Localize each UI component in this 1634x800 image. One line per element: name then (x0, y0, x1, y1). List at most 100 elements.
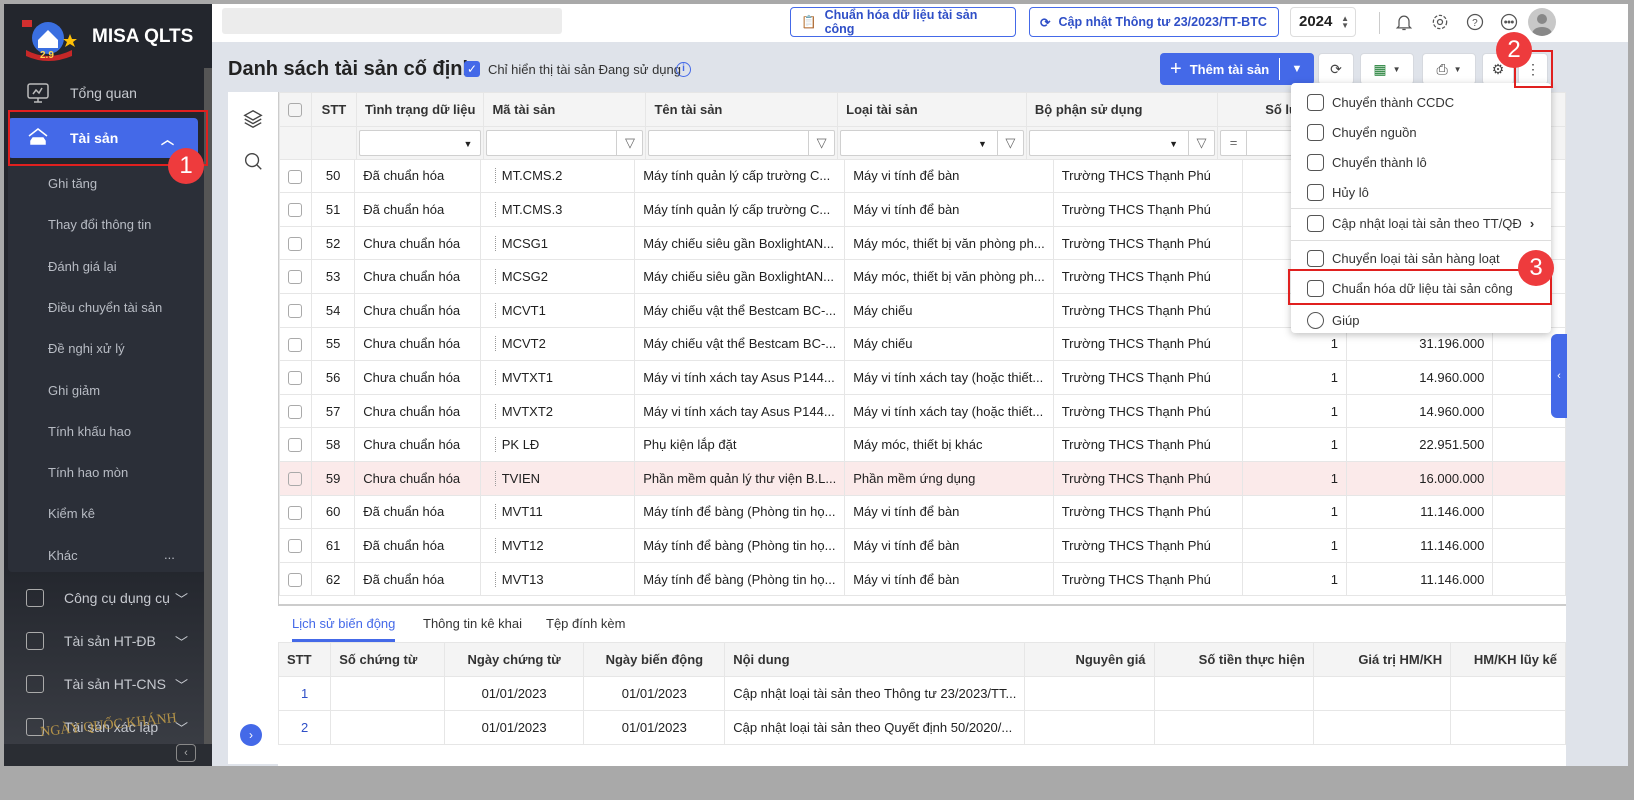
filter-input[interactable]: ▼ ▽ (840, 129, 1024, 156)
column-header[interactable]: Bộ phận sử dụng (1025, 92, 1219, 127)
search-icon[interactable] (242, 150, 264, 172)
sidebar-group[interactable]: Công cụ dụng cụ ﹀ (4, 578, 212, 618)
menu-item[interactable]: Chuyển thành CCDC (1291, 87, 1551, 117)
cell-text: MCSG1 (494, 235, 548, 251)
history-row[interactable]: 1 01/01/2023 01/01/2023 Cập nhật loại tài s… (278, 676, 1566, 711)
column-header[interactable]: Giá trị HM/KH (1312, 642, 1452, 677)
sidebar-group[interactable]: Tài sản HT-CNS ﹀ (4, 664, 212, 704)
row-checkbox[interactable] (279, 326, 312, 362)
submenu-item[interactable]: Đề nghị xử lý (48, 341, 125, 356)
submenu-item[interactable]: Điều chuyển tài sản (48, 300, 162, 315)
table-row[interactable]: 59 Chưa chuẩn hóa TVIEN Phần mềm quản lý th… (279, 460, 1566, 496)
expand-icon[interactable]: › (240, 724, 262, 746)
menu-item[interactable]: Cập nhật loại tài sản theo TT/QĐ › (1291, 208, 1551, 238)
menu-item[interactable]: Chuyển nguồn (1291, 117, 1551, 147)
column-header[interactable]: Tên tài sản (645, 92, 839, 127)
export-excel-button[interactable]: ▦ ▼ (1360, 53, 1414, 85)
table-row[interactable]: 58 Chưa chuẩn hóa PK LĐ Phụ kiện lắp đặt Máy… (279, 427, 1566, 462)
cell-text: 1 (301, 686, 309, 701)
filter-icon[interactable]: ▽ (616, 130, 642, 155)
menu-item[interactable]: Hủy lô (1291, 177, 1551, 207)
row-checkbox[interactable] (279, 561, 312, 597)
table-row[interactable]: 60 Đã chuẩn hóa MVT11 Máy tính để bàng (Phò… (279, 494, 1566, 530)
chevron-down-icon[interactable]: ▼ (1280, 63, 1314, 75)
column-header[interactable]: STT (310, 92, 357, 127)
submenu-item[interactable]: Tính hao mòn (48, 465, 128, 480)
detail-tab[interactable]: Lịch sử biến động (292, 616, 396, 642)
gear-icon[interactable] (1430, 12, 1450, 32)
row-checkbox[interactable] (279, 393, 312, 429)
history-row[interactable]: 2 01/01/2023 01/01/2023 Cập nhật loại tài s… (278, 710, 1566, 745)
active-only-checkbox[interactable]: ✓ (464, 61, 480, 77)
side-panel-toggle[interactable]: ‹ (1551, 334, 1567, 418)
row-checkbox[interactable] (279, 460, 312, 496)
filter-input[interactable]: ▽ (486, 129, 644, 156)
more-icon[interactable]: ... (164, 547, 175, 562)
row-checkbox[interactable] (279, 225, 312, 261)
print-button[interactable]: ⎙ ▼ (1422, 53, 1476, 85)
more-options-icon[interactable] (1499, 12, 1519, 32)
column-header[interactable]: Ngày biến động (583, 642, 726, 677)
help-icon[interactable]: ? (1465, 12, 1485, 32)
row-checkbox[interactable] (279, 259, 312, 294)
table-row[interactable]: 57 Chưa chuẩn hóa MVTXT2 Máy vi tính xách t… (279, 393, 1566, 429)
update-circular-button[interactable]: ⟳ Cập nhật Thông tư 23/2023/TT-BTC (1029, 7, 1279, 37)
select-all-checkbox[interactable] (279, 92, 312, 127)
submenu-item[interactable]: Ghi tăng (48, 176, 97, 191)
submenu-item[interactable]: Kiểm kê (48, 506, 95, 521)
spin-icon[interactable]: ▲ ▼ (1341, 15, 1349, 30)
column-header[interactable]: Nguyên giá (1024, 642, 1155, 677)
operator-select[interactable]: = (1221, 130, 1248, 155)
table-row[interactable]: 62 Đã chuẩn hóa MVT13 Máy tính để bàng (Phò… (279, 561, 1566, 597)
table-cell: Đã chuẩn hóa (354, 561, 481, 597)
row-checkbox[interactable] (279, 158, 312, 194)
standardize-data-button[interactable]: 📋 Chuẩn hóa dữ liệu tài sản công (790, 7, 1016, 37)
refresh-button[interactable]: ⟳ (1318, 53, 1354, 85)
menu-item[interactable]: Giúp (1291, 305, 1551, 335)
row-checkbox[interactable] (279, 528, 312, 563)
menu-item[interactable]: Chuyển thành lô (1291, 147, 1551, 177)
filter-input[interactable]: ▽ (648, 129, 836, 156)
column-header[interactable]: Nội dung (724, 642, 1026, 677)
filter-icon[interactable]: ▽ (1188, 130, 1214, 155)
column-header[interactable]: Số chứng từ (330, 642, 445, 677)
cell-text: 61 (325, 537, 341, 553)
sidebar-group[interactable]: Tài sản HT-ĐB ﹀ (4, 621, 212, 661)
detail-tab[interactable]: Thông tin kê khai (423, 616, 522, 639)
column-header[interactable]: Ngày chứng từ (443, 642, 585, 677)
bell-icon[interactable] (1394, 12, 1414, 32)
filter-icon[interactable]: ▽ (808, 130, 834, 155)
column-header[interactable]: HM/KH lũy kế (1450, 642, 1566, 677)
submenu-item[interactable]: Tính khấu hao (48, 424, 131, 439)
avatar[interactable] (1528, 8, 1556, 36)
row-checkbox[interactable] (279, 427, 312, 462)
row-checkbox[interactable] (279, 494, 312, 530)
submenu-item[interactable]: Đánh giá lại (48, 259, 117, 274)
sidebar-scrollbar[interactable] (204, 68, 212, 748)
column-header[interactable]: Loại tài sản (837, 92, 1027, 127)
column-header[interactable]: STT (278, 642, 332, 677)
sidebar-item-overview[interactable]: Tổng quan (4, 73, 212, 113)
column-header[interactable]: Tình trạng dữ liệu (355, 92, 485, 127)
year-stepper[interactable]: 2024 ▲ ▼ (1290, 7, 1356, 37)
submenu-item[interactable]: Ghi giảm (48, 383, 100, 398)
add-asset-button[interactable]: + Thêm tài sản ▼ (1160, 53, 1314, 85)
filter-icon[interactable]: ▽ (996, 130, 1023, 155)
column-header[interactable]: Số tiền thực hiện (1153, 642, 1314, 677)
row-checkbox[interactable] (279, 360, 312, 395)
detail-tab[interactable]: Tệp đính kèm (546, 616, 626, 639)
filter-input[interactable]: ▼ ▽ (1028, 129, 1216, 156)
table-row[interactable]: 61 Đã chuẩn hóa MVT12 Máy tính để bàng (Phò… (279, 528, 1566, 563)
row-checkbox[interactable] (279, 292, 312, 328)
column-header[interactable]: Mã tài sản (483, 92, 647, 127)
submenu-item[interactable]: Khác (48, 548, 78, 563)
table-row[interactable]: 56 Chưa chuẩn hóa MVTXT1 Máy vi tính xách t… (279, 360, 1566, 395)
layers-icon[interactable] (242, 108, 264, 130)
active-only-label[interactable]: Chỉ hiển thị tài sản Đang sử dụng (488, 62, 681, 77)
row-checkbox[interactable] (279, 192, 312, 227)
info-icon[interactable]: i (676, 62, 691, 77)
collapse-sidebar-button[interactable]: ‹ (176, 744, 196, 762)
filter-input[interactable]: ▼ (358, 129, 482, 156)
submenu-item[interactable]: Thay đổi thông tin (48, 217, 151, 232)
cell-text: 22.951.500 (1419, 437, 1485, 453)
